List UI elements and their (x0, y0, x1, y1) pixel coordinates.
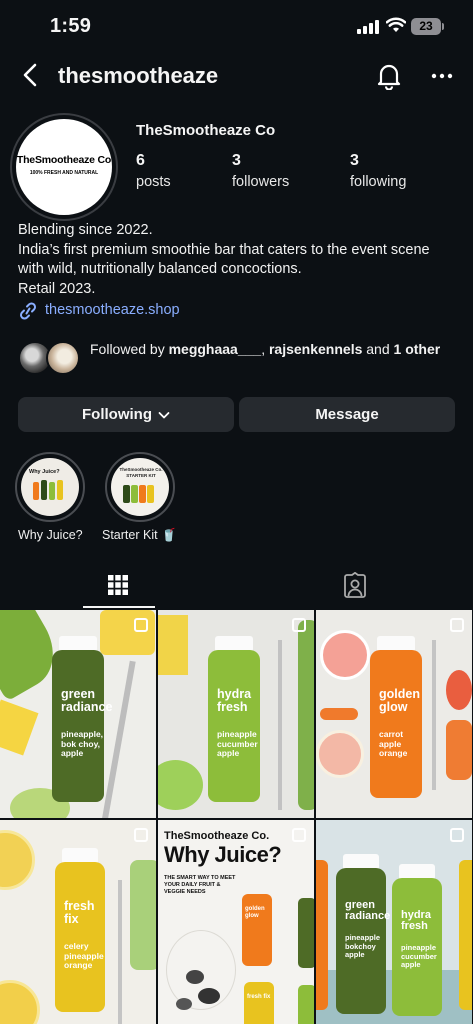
post-ingredients: carrot apple orange (379, 729, 408, 758)
post-tile[interactable]: hydra fresh pineapple cucumber apple (158, 610, 314, 818)
avatar-logo-name: TheSmootheaze Co (16, 154, 112, 166)
profile-tabs (0, 568, 473, 608)
highlight-label: Why Juice? (18, 528, 83, 542)
juice-bottle: golden glow (242, 894, 272, 966)
multiple-photos-icon (134, 618, 148, 632)
bio-line: Retail 2023. (18, 280, 96, 297)
status-bar: 1:59 23 (0, 0, 473, 52)
followed-other: 1 other (393, 341, 441, 357)
post-bottle-label: golden glow (245, 906, 265, 919)
post-tile[interactable]: TheSmootheaze Co. Why Juice? THE SMART W… (158, 820, 314, 1024)
tagged-person-icon[interactable] (342, 572, 368, 598)
post-ingredients: celery pineapple orange (64, 941, 104, 970)
multiple-photos-icon (292, 618, 306, 632)
profile-header: thesmootheaze (0, 52, 473, 100)
stat-posts-count: 6 (136, 152, 145, 169)
highlight-ring: TheSmootheaze Co. STARTER KIT (105, 452, 175, 522)
bio: Blending since 2022. India’s first premi… (18, 221, 463, 299)
post-tile[interactable]: green radiance pineapple bokchoy apple hy… (316, 820, 472, 1024)
post-tile[interactable]: green radiance pineapple, bok choy, apple (0, 610, 156, 818)
following-button-label: Following (82, 406, 152, 423)
display-name: TheSmootheaze Co (136, 122, 276, 139)
post-tile[interactable]: fresh fix celery pineapple orange (0, 820, 156, 1024)
stat-following-count: 3 (350, 152, 359, 169)
bio-line: India’s first premium smoothie bar that … (18, 241, 430, 258)
highlight-why-juice[interactable]: Why Juice? Why Juice? (15, 452, 87, 542)
followed-and: and (366, 341, 390, 357)
highlight-label: Starter Kit 🥤 (102, 528, 177, 542)
highlight-starter-kit[interactable]: TheSmootheaze Co. STARTER KIT Starter Ki… (102, 452, 177, 542)
post-tile[interactable]: golden glow carrot apple orange (316, 610, 472, 818)
juice-bottle: fresh fix (244, 982, 274, 1024)
wifi-icon (386, 17, 406, 32)
juice-bottle: golden glow carrot apple orange (370, 636, 422, 798)
active-tab-indicator (83, 606, 155, 608)
stat-followers-label: followers (232, 174, 290, 190)
post-title: fresh fix (64, 899, 95, 926)
followed-user: megghaaa___ (168, 341, 262, 357)
post-title: green radiance (61, 687, 113, 714)
more-options-icon[interactable] (430, 64, 454, 88)
post-title: green radiance (345, 899, 391, 922)
juice-bottle: green radiance pineapple, bok choy, apple (52, 636, 112, 802)
cellular-signal-icon (357, 20, 379, 34)
link-icon (19, 302, 37, 320)
post-title: golden glow (379, 687, 420, 714)
multiple-photos-icon (450, 618, 464, 632)
avatar-logo-tagline: 100% FRESH AND NATURAL (29, 170, 99, 176)
avatar[interactable]: TheSmootheaze Co 100% FRESH AND NATURAL (16, 119, 112, 215)
stat-following-label: following (350, 174, 407, 190)
mutual-follower-avatar[interactable] (46, 341, 80, 375)
following-button[interactable]: Following (18, 397, 234, 432)
profile-handle: thesmootheaze (58, 63, 219, 88)
status-time: 1:59 (50, 15, 92, 37)
post-brand: TheSmootheaze Co. (164, 830, 270, 842)
followed-separator: , (261, 341, 266, 357)
notification-bell-icon[interactable] (376, 62, 402, 90)
message-button[interactable]: Message (239, 397, 455, 432)
bio-line: with wild, nutritionally balanced concoc… (18, 261, 302, 277)
juice-bottle: fresh fix celery pineapple orange (55, 848, 105, 1012)
stat-following[interactable]: 3 following (350, 152, 406, 190)
chevron-down-icon (158, 411, 170, 418)
message-button-label: Message (315, 406, 379, 423)
stat-posts-label: posts (136, 174, 171, 190)
followed-prefix: Followed by (90, 341, 165, 357)
back-arrow-icon[interactable] (18, 62, 44, 88)
multiple-photos-icon (134, 828, 148, 842)
post-ingredients: pineapple bokchoy apple (345, 933, 381, 959)
post-title: hydra fresh (401, 909, 431, 932)
multiple-photos-icon (292, 828, 306, 842)
juice-bottle: hydra fresh pineapple cucumber apple (208, 636, 260, 802)
website-link-text[interactable]: thesmootheaze.shop (45, 302, 180, 318)
post-bottle-label: fresh fix (247, 994, 271, 1000)
highlight-thumb-text: TheSmootheaze Co. STARTER KIT (119, 467, 163, 478)
highlight-thumbnail: Why Juice? (21, 458, 79, 516)
battery-icon: 23 (411, 18, 441, 35)
followed-user: rajsenkennels (268, 341, 363, 357)
stat-followers[interactable]: 3 followers (232, 152, 289, 190)
juice-bottle: green radiance pineapple bokchoy apple (336, 854, 390, 1014)
post-title: Why Juice? (164, 842, 282, 867)
post-ingredients: pineapple cucumber apple (217, 729, 258, 758)
post-ingredients: pineapple cucumber apple (401, 943, 437, 969)
post-title: hydra fresh (217, 687, 252, 714)
post-ingredients: pineapple, bok choy, apple (61, 729, 104, 758)
post-subtitle: THE SMART WAY TO MEET YOUR DAILY FRUIT & V… (164, 875, 236, 895)
followed-by-text[interactable]: Followed by megghaaa___, rajsenkennels a… (90, 340, 460, 359)
stat-followers-count: 3 (232, 152, 241, 169)
juice-bottle: hydra fresh pineapple cucumber apple (392, 864, 442, 1016)
stat-posts[interactable]: 6 posts (136, 152, 171, 190)
multiple-photos-icon (450, 828, 464, 842)
grid-icon[interactable] (107, 574, 129, 596)
highlight-thumbnail: TheSmootheaze Co. STARTER KIT (111, 458, 169, 516)
highlight-thumb-text: Why Juice? (29, 469, 60, 475)
battery-level: 23 (419, 19, 433, 33)
highlight-ring: Why Juice? (15, 452, 85, 522)
battery-tip (442, 23, 444, 30)
bio-line: Blending since 2022. (18, 222, 153, 238)
